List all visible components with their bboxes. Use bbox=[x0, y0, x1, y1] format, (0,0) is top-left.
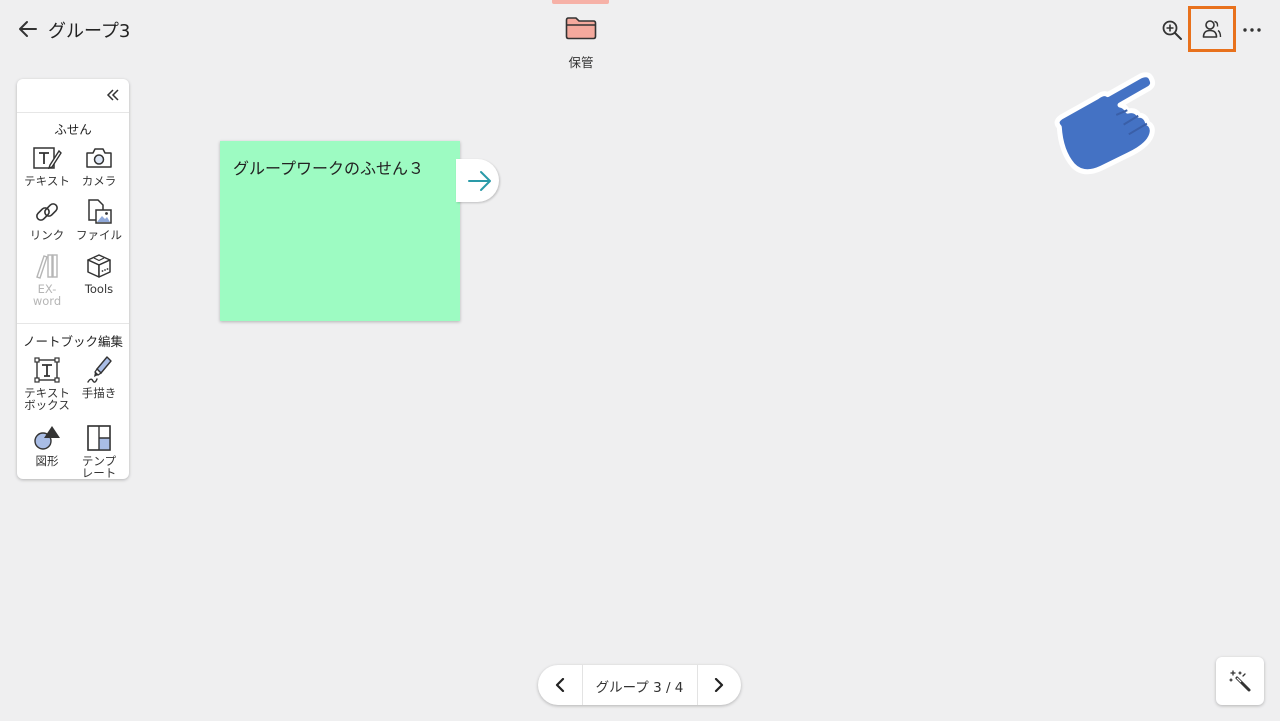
arrow-left-icon bbox=[19, 21, 37, 37]
handwrite-tool-label: 手描き bbox=[81, 386, 117, 400]
double-chevron-left-icon bbox=[106, 89, 119, 101]
exword-tool-button[interactable]: EX- word bbox=[20, 251, 74, 307]
storage-button[interactable]: 保管 bbox=[552, 0, 610, 72]
more-horizontal-icon bbox=[1243, 28, 1261, 32]
zoom-button[interactable] bbox=[1158, 16, 1186, 44]
file-tool-button[interactable]: ファイル bbox=[72, 197, 126, 241]
group-pager: グループ 3 / 4 bbox=[538, 665, 741, 705]
folder-icon bbox=[565, 17, 597, 40]
link-icon bbox=[36, 203, 58, 221]
toolbox-icon bbox=[87, 254, 111, 278]
magic-wand-icon bbox=[1229, 670, 1251, 692]
zoom-in-icon bbox=[1162, 20, 1182, 40]
shapes-icon bbox=[34, 426, 60, 450]
template-layout-icon bbox=[87, 425, 111, 451]
books-icon bbox=[36, 254, 58, 279]
arrow-right-icon bbox=[467, 170, 491, 191]
sidebar-divider bbox=[17, 112, 129, 113]
template-tool-button[interactable]: テンプ レート bbox=[72, 423, 126, 479]
magic-wand-button[interactable] bbox=[1216, 657, 1264, 705]
text-pen-icon bbox=[33, 147, 62, 170]
tools-tool-button[interactable]: Tools bbox=[72, 251, 126, 295]
camera-tool-button[interactable]: カメラ bbox=[72, 143, 126, 187]
next-group-button[interactable] bbox=[697, 665, 741, 705]
link-tool-button[interactable]: リンク bbox=[20, 197, 74, 241]
storage-accent-bar bbox=[552, 0, 609, 4]
back-button[interactable] bbox=[14, 16, 42, 42]
handwrite-tool-button[interactable]: 手描き bbox=[72, 355, 126, 399]
user-group-icon bbox=[1202, 20, 1222, 38]
marker-pen-icon bbox=[87, 356, 112, 383]
tools-tool-label: Tools bbox=[84, 282, 114, 296]
exword-tool-label-line2: word bbox=[32, 294, 62, 308]
group-members-button[interactable] bbox=[1188, 6, 1236, 52]
page-title: グループ3 bbox=[48, 21, 131, 42]
sticky-note[interactable]: グループワークのふせん３ bbox=[220, 141, 460, 321]
textbox-icon bbox=[34, 357, 60, 383]
storage-label: 保管 bbox=[568, 55, 594, 70]
sticky-note-send-button[interactable] bbox=[456, 159, 499, 202]
file-image-icon bbox=[88, 199, 112, 224]
text-tool-label: テキスト bbox=[24, 174, 70, 188]
link-tool-label: リンク bbox=[29, 228, 65, 242]
chevron-right-icon bbox=[714, 678, 724, 692]
sidebar-divider bbox=[17, 323, 129, 324]
sticky-section-title: ふせん bbox=[54, 122, 92, 137]
app-screen: グループ3 保管 ふせん テキスト カメラ リンク ファイル EX- word … bbox=[0, 0, 1280, 721]
chevron-left-icon bbox=[555, 678, 565, 692]
shape-tool-label: 図形 bbox=[35, 454, 59, 468]
more-options-button[interactable] bbox=[1238, 16, 1266, 44]
textbox-tool-button[interactable]: テキスト ボックス bbox=[20, 355, 74, 411]
notebook-edit-section-title: ノートブック編集 bbox=[22, 334, 123, 349]
pointing-hand-icon bbox=[1054, 72, 1156, 175]
sticky-note-text: グループワークのふせん３ bbox=[233, 159, 425, 178]
previous-group-button[interactable] bbox=[538, 665, 582, 705]
file-tool-label: ファイル bbox=[76, 228, 122, 242]
text-tool-button[interactable]: テキスト bbox=[20, 143, 74, 187]
tool-sidebar: ふせん テキスト カメラ リンク ファイル EX- word Tools ノート… bbox=[17, 79, 129, 479]
camera-tool-label: カメラ bbox=[81, 174, 117, 188]
camera-icon bbox=[86, 148, 112, 168]
collapse-sidebar-button[interactable] bbox=[103, 85, 123, 105]
shape-tool-button[interactable]: 図形 bbox=[20, 423, 74, 467]
template-tool-label-line2: レート bbox=[81, 466, 117, 480]
textbox-tool-label-line2: ボックス bbox=[24, 398, 70, 412]
pager-label: グループ 3 / 4 bbox=[595, 680, 684, 696]
